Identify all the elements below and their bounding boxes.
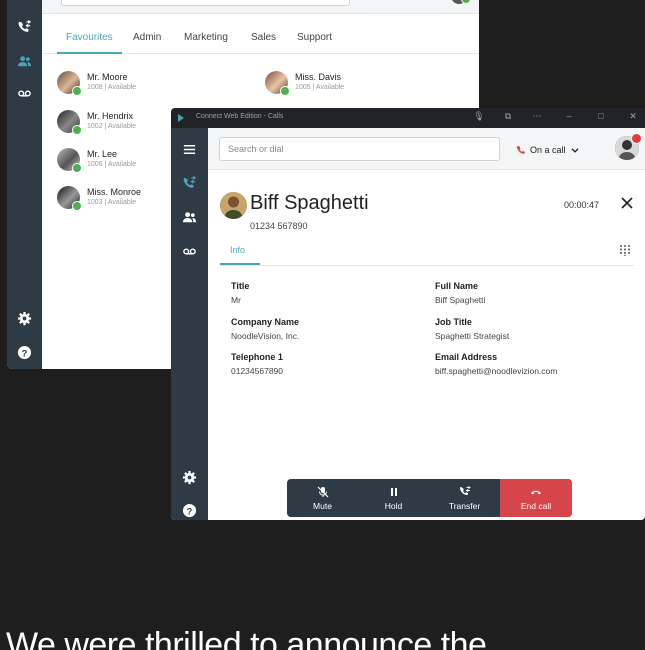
close-window-icon[interactable]: ✕	[626, 111, 640, 122]
mute-button[interactable]: Mute	[287, 479, 358, 517]
phone-swap-icon[interactable]	[171, 172, 208, 194]
contact-status: 1003 | Available	[87, 199, 137, 206]
field-value: NoodleVision, Inc.	[231, 331, 300, 341]
caller-avatar	[220, 192, 247, 219]
active-tab-indicator	[57, 52, 122, 54]
call-status-dropdown[interactable]: On a call	[516, 143, 580, 157]
phone-swap-icon[interactable]	[7, 16, 42, 38]
contacts-icon[interactable]	[7, 50, 42, 72]
tab-admin[interactable]: Admin	[133, 32, 161, 43]
headline-text: We were thrilled to announce the	[6, 626, 487, 650]
caller-name: Biff Spaghetti	[250, 192, 369, 214]
mic-off-icon	[317, 486, 328, 497]
tab-marketing[interactable]: Marketing	[184, 32, 228, 43]
available-status-dot	[280, 86, 290, 96]
tab-favourites[interactable]: Favourites	[66, 32, 113, 43]
field-label: Company Name	[231, 317, 300, 327]
end-call-label: End call	[520, 500, 552, 511]
call-timer: 00:00:47	[564, 200, 600, 210]
active-tab-indicator	[220, 263, 260, 265]
contact-status: 1002 | Available	[87, 123, 137, 130]
field-label: Title	[231, 281, 250, 291]
window-titlebar[interactable]: Connect Web Edition - Calls 🎙 ⧉ ⋯ – □ ✕	[171, 108, 645, 128]
transfer-icon	[459, 485, 471, 495]
contact-name: Miss. Davis	[295, 72, 342, 82]
telephone-field: Telephone 1 01234567890	[231, 352, 283, 376]
gear-icon[interactable]	[7, 307, 42, 329]
keypad-icon[interactable]	[619, 244, 631, 256]
call-control-bar: Mute Hold Transfer End call	[287, 479, 572, 517]
contact-name: Mr. Hendrix	[87, 111, 134, 121]
contact-status: 1008 | Available	[87, 84, 137, 91]
field-label: Telephone 1	[231, 352, 283, 362]
busy-status-dot	[631, 133, 642, 144]
contact-name: Mr. Lee	[87, 149, 118, 159]
field-label: Full Name	[435, 281, 479, 291]
mute-label: Mute	[313, 500, 332, 511]
back-user-avatar[interactable]	[451, 0, 471, 4]
email-field: Email Address biff.spaghetti@noodlevizio…	[435, 352, 557, 376]
field-value: Biff Spaghetti	[435, 295, 486, 305]
contact-status: 1006 | Available	[87, 161, 137, 168]
hangup-icon	[531, 490, 541, 494]
call-status-label: On a call	[530, 145, 566, 155]
close-icon[interactable]	[620, 196, 634, 210]
pause-icon	[390, 487, 397, 496]
microphone-icon[interactable]: 🎙	[472, 111, 486, 122]
contacts-icon[interactable]	[171, 206, 208, 228]
chevron-down-icon	[570, 148, 579, 153]
title-field: Title Mr	[231, 281, 249, 305]
tab-support[interactable]: Support	[297, 32, 332, 43]
minimize-icon[interactable]: –	[562, 111, 576, 121]
hold-label: Hold	[384, 500, 403, 511]
svg-text:?: ?	[22, 348, 28, 358]
transfer-label: Transfer	[448, 500, 481, 511]
front-sidebar: ?	[171, 128, 208, 520]
detail-tabs: Info	[220, 239, 634, 266]
job-title-field: Job Title Spaghetti Strategist	[435, 317, 509, 341]
voicemail-icon[interactable]	[171, 240, 208, 262]
search-input[interactable]	[219, 137, 500, 161]
available-status-dot	[72, 125, 82, 135]
maximize-icon[interactable]: □	[594, 111, 608, 121]
window-title: Connect Web Edition - Calls	[196, 113, 284, 120]
menu-icon[interactable]	[171, 138, 208, 160]
field-label: Job Title	[435, 317, 472, 327]
back-search-input[interactable]	[61, 0, 350, 6]
pip-icon[interactable]: ⧉	[501, 111, 515, 122]
gear-icon[interactable]	[171, 466, 208, 488]
calls-window: Connect Web Edition - Calls 🎙 ⧉ ⋯ – □ ✕ …	[171, 108, 645, 520]
hold-button[interactable]: Hold	[358, 479, 429, 517]
field-value: Mr	[231, 295, 241, 305]
field-value: 01234567890	[231, 366, 284, 376]
back-sidebar: ?	[7, 0, 42, 369]
contact-status: 1005 | Available	[295, 84, 345, 91]
tab-sales[interactable]: Sales	[251, 32, 276, 43]
more-icon[interactable]: ⋯	[530, 111, 544, 122]
front-topbar: On a call	[208, 128, 645, 170]
transfer-button[interactable]: Transfer	[429, 479, 500, 517]
help-icon[interactable]: ?	[171, 499, 208, 520]
field-value: biff.spaghetti@noodlevizion.com	[435, 366, 558, 376]
app-logo-icon	[178, 114, 184, 122]
company-field: Company Name NoodleVision, Inc.	[231, 317, 299, 341]
group-tabs: Favourites Admin Marketing Sales Support	[42, 28, 479, 54]
end-call-button[interactable]: End call	[500, 479, 572, 517]
phone-icon	[516, 145, 525, 154]
svg-text:?: ?	[187, 506, 193, 516]
caller-number: 01234 567890	[250, 221, 308, 231]
tab-info[interactable]: Info	[230, 245, 245, 255]
help-icon[interactable]: ?	[7, 341, 42, 363]
available-status-dot	[72, 86, 82, 96]
voicemail-icon[interactable]	[7, 82, 42, 104]
contact-name: Miss. Monroe	[87, 187, 142, 197]
available-status-dot	[72, 201, 82, 211]
back-topbar	[42, 0, 479, 14]
contact-name: Mr. Moore	[87, 72, 128, 82]
field-value: Spaghetti Strategist	[435, 331, 510, 341]
field-label: Email Address	[435, 352, 498, 362]
full-name-field: Full Name Biff Spaghetti	[435, 281, 485, 305]
available-status-dot	[72, 163, 82, 173]
